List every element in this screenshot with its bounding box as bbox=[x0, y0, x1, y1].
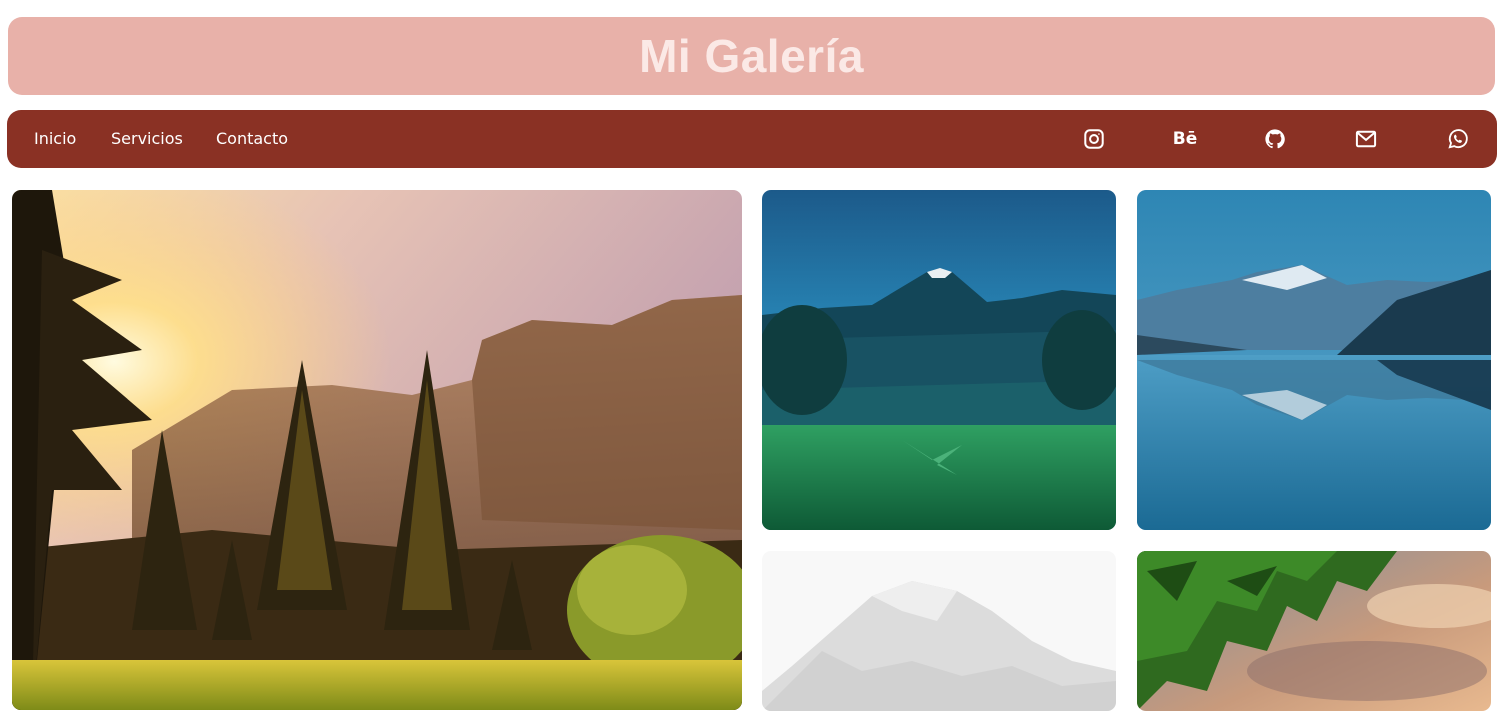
navbar: Inicio Servicios Contacto Bē bbox=[7, 110, 1497, 168]
page-title: Mi Galería bbox=[639, 30, 864, 82]
night-volcano-valley-photo[interactable] bbox=[762, 190, 1116, 530]
sunset-forest-mountain-photo[interactable] bbox=[12, 190, 742, 710]
instagram-icon[interactable] bbox=[1082, 127, 1106, 151]
header-banner: Mi Galería bbox=[8, 17, 1495, 95]
nav-link-servicios[interactable]: Servicios bbox=[111, 110, 183, 168]
mountain-lake-reflection-photo[interactable] bbox=[1137, 190, 1491, 530]
mail-icon[interactable] bbox=[1354, 127, 1378, 151]
behance-label: Bē bbox=[1172, 129, 1198, 149]
github-icon[interactable] bbox=[1263, 127, 1287, 151]
nav-link-contacto[interactable]: Contacto bbox=[216, 110, 288, 168]
nav-link-inicio[interactable]: Inicio bbox=[34, 110, 76, 168]
tree-sunset-sky-photo[interactable] bbox=[1137, 551, 1491, 711]
whatsapp-icon[interactable] bbox=[1446, 127, 1470, 151]
snowy-mountain-photo[interactable] bbox=[762, 551, 1116, 711]
behance-icon[interactable]: Bē bbox=[1171, 127, 1199, 151]
